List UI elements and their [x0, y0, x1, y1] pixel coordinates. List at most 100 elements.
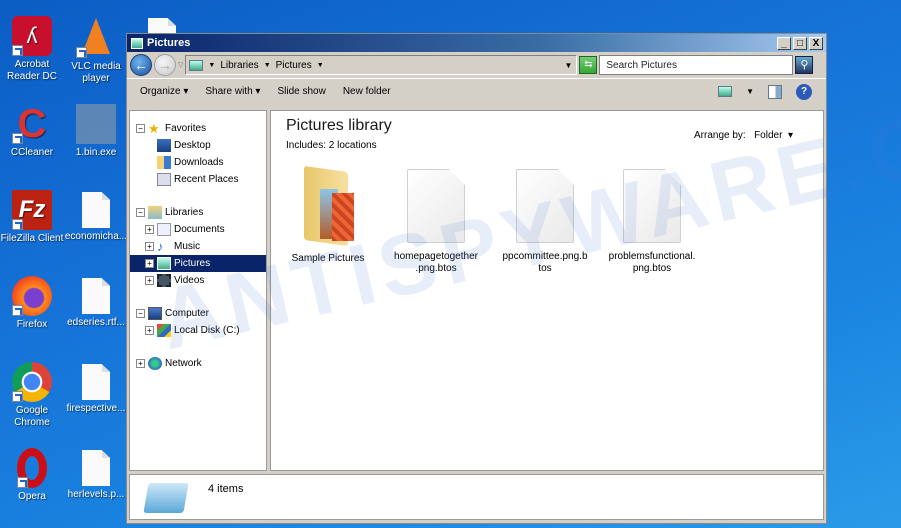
address-bar[interactable]: ▼ Libraries ▼ Pictures ▼ ▼ — [185, 55, 578, 75]
new-folder-button[interactable]: New folder — [343, 86, 391, 97]
desktop-file-2[interactable]: edseries.rtf... — [64, 276, 128, 329]
collapse-icon[interactable]: − — [136, 309, 145, 318]
expand-icon[interactable]: + — [145, 225, 154, 234]
music-icon: ♪ — [157, 239, 164, 254]
nav-pictures[interactable]: + Pictures — [130, 255, 266, 272]
nav-libraries[interactable]: − Libraries — [130, 204, 266, 221]
exe-icon — [76, 104, 116, 144]
back-button[interactable]: ← — [130, 54, 152, 76]
file-item[interactable]: ppcommittee.png.b tos — [497, 169, 593, 275]
file-list-pane: Pictures library Includes: 2 locations A… — [270, 110, 824, 471]
slide-show-button[interactable]: Slide show — [277, 86, 325, 97]
file-icon — [82, 192, 110, 228]
desktop-icon-exe[interactable]: 1.bin.exe — [64, 104, 128, 159]
downloads-icon — [157, 156, 171, 169]
file-item[interactable]: homepagetogether .png.btos — [388, 169, 484, 275]
address-row: ← → ▽ ▼ Libraries ▼ Pictures ▼ ▼ ⇆ Searc… — [127, 52, 826, 78]
file-item[interactable]: problemsfunctional. png.btos — [604, 169, 700, 275]
file-icon — [82, 450, 110, 486]
arrange-by-dropdown[interactable]: Folder ▾ — [754, 130, 793, 141]
folder-icon — [298, 165, 358, 247]
desktop-icon-filezilla[interactable]: Fz FileZilla Client — [0, 190, 64, 245]
nav-videos[interactable]: + Videos — [130, 272, 266, 289]
view-options-dropdown[interactable]: ▼ — [746, 87, 754, 96]
chrome-icon — [12, 362, 52, 402]
desktop-icon-ccleaner[interactable]: C CCleaner — [0, 104, 64, 159]
nav-favorites[interactable]: − ★ Favorites — [130, 120, 266, 137]
nav-computer[interactable]: − Computer — [130, 305, 266, 322]
expand-icon[interactable]: + — [136, 359, 145, 368]
search-icon[interactable]: ⚲ — [795, 56, 814, 74]
organize-button[interactable]: Organize ▾ — [140, 86, 188, 97]
library-locations[interactable]: Includes: 2 locations — [286, 140, 377, 151]
change-view-icon[interactable] — [718, 86, 733, 97]
desktop-icon-firefox[interactable]: Firefox — [0, 276, 64, 331]
nav-documents[interactable]: + Documents — [130, 221, 266, 238]
nav-music[interactable]: + ♪ Music — [130, 238, 266, 255]
recent-places-icon — [157, 173, 171, 186]
filezilla-icon: Fz — [12, 190, 52, 230]
star-icon: ★ — [148, 121, 160, 136]
desktop-file-1[interactable]: economicha... — [64, 190, 128, 243]
file-item[interactable]: Sample Pictures — [280, 165, 376, 265]
desktop-icon-vlc[interactable]: VLC media player — [64, 16, 128, 85]
item-count: 4 items — [208, 483, 244, 495]
breadcrumb-pictures[interactable]: Pictures — [276, 60, 312, 71]
desktop-icon — [157, 139, 171, 152]
file-icon — [407, 169, 465, 243]
minimize-button[interactable]: _ — [777, 36, 791, 50]
window-title: Pictures — [147, 37, 191, 49]
local-disk-icon — [157, 324, 171, 337]
forward-button[interactable]: → — [154, 54, 176, 76]
title-bar[interactable]: Pictures _ □ X — [127, 34, 826, 52]
nav-downloads[interactable]: Downloads — [130, 154, 266, 171]
nav-local-disk[interactable]: + Local Disk (C:) — [130, 322, 266, 339]
desktop-icon-acrobat[interactable]: ʎ Acrobat Reader DC — [0, 16, 64, 83]
file-icon — [623, 169, 681, 243]
expand-icon[interactable]: + — [145, 242, 154, 251]
file-icon — [82, 278, 110, 314]
crumb-separator[interactable]: ▼ — [317, 62, 324, 69]
videos-icon — [157, 274, 171, 287]
maximize-button[interactable]: □ — [793, 36, 807, 50]
network-icon — [148, 357, 162, 370]
expand-icon[interactable]: + — [145, 326, 154, 335]
computer-icon — [148, 307, 162, 320]
explorer-body: − ★ Favorites Desktop Downloads Recent Pla… — [129, 110, 824, 471]
desktop-file-4[interactable]: herlevels.p... — [64, 448, 128, 501]
preview-pane-icon[interactable] — [768, 84, 782, 99]
collapse-icon[interactable]: − — [136, 124, 145, 133]
command-bar: Organize ▾ Share with ▾ Slide show New f… — [127, 78, 826, 104]
collapse-icon[interactable]: − — [136, 208, 145, 217]
pictures-icon — [157, 257, 171, 270]
explorer-window: Pictures _ □ X ← → ▽ ▼ Libraries ▼ Pictu… — [126, 33, 827, 524]
recent-pages-dropdown[interactable]: ▽ — [178, 61, 183, 69]
arrange-by: Arrange by: Folder ▾ — [694, 130, 793, 141]
firefox-icon — [12, 276, 52, 316]
desktop-icon-chrome[interactable]: Google Chrome — [0, 362, 64, 429]
breadcrumb-libraries[interactable]: Libraries — [220, 60, 258, 71]
library-title: Pictures library — [286, 117, 392, 134]
search-input[interactable]: Search Pictures — [599, 55, 794, 75]
pictures-icon — [131, 37, 143, 49]
help-icon[interactable]: ? — [796, 83, 812, 100]
close-button[interactable]: X — [809, 36, 823, 50]
nav-network[interactable]: + Network — [130, 355, 266, 372]
ccleaner-icon: C — [12, 104, 52, 144]
file-icon — [82, 364, 110, 400]
details-pane: 4 items — [129, 474, 824, 520]
share-with-button[interactable]: Share with ▾ — [205, 86, 260, 97]
desktop-icon-opera[interactable]: Opera — [0, 448, 64, 503]
desktop-file-3[interactable]: firespective... — [64, 362, 128, 415]
crumb-separator[interactable]: ▼ — [208, 62, 215, 69]
nav-desktop[interactable]: Desktop — [130, 137, 266, 154]
nav-recent-places[interactable]: Recent Places — [130, 171, 266, 188]
file-icon — [516, 169, 574, 243]
opera-icon — [17, 448, 47, 488]
expand-icon[interactable]: + — [145, 276, 154, 285]
crumb-separator[interactable]: ▼ — [264, 62, 271, 69]
address-dropdown[interactable]: ▼ — [564, 61, 572, 70]
refresh-icon[interactable]: ⇆ — [579, 56, 598, 74]
expand-icon[interactable]: + — [145, 259, 154, 268]
acrobat-icon: ʎ — [12, 16, 52, 56]
